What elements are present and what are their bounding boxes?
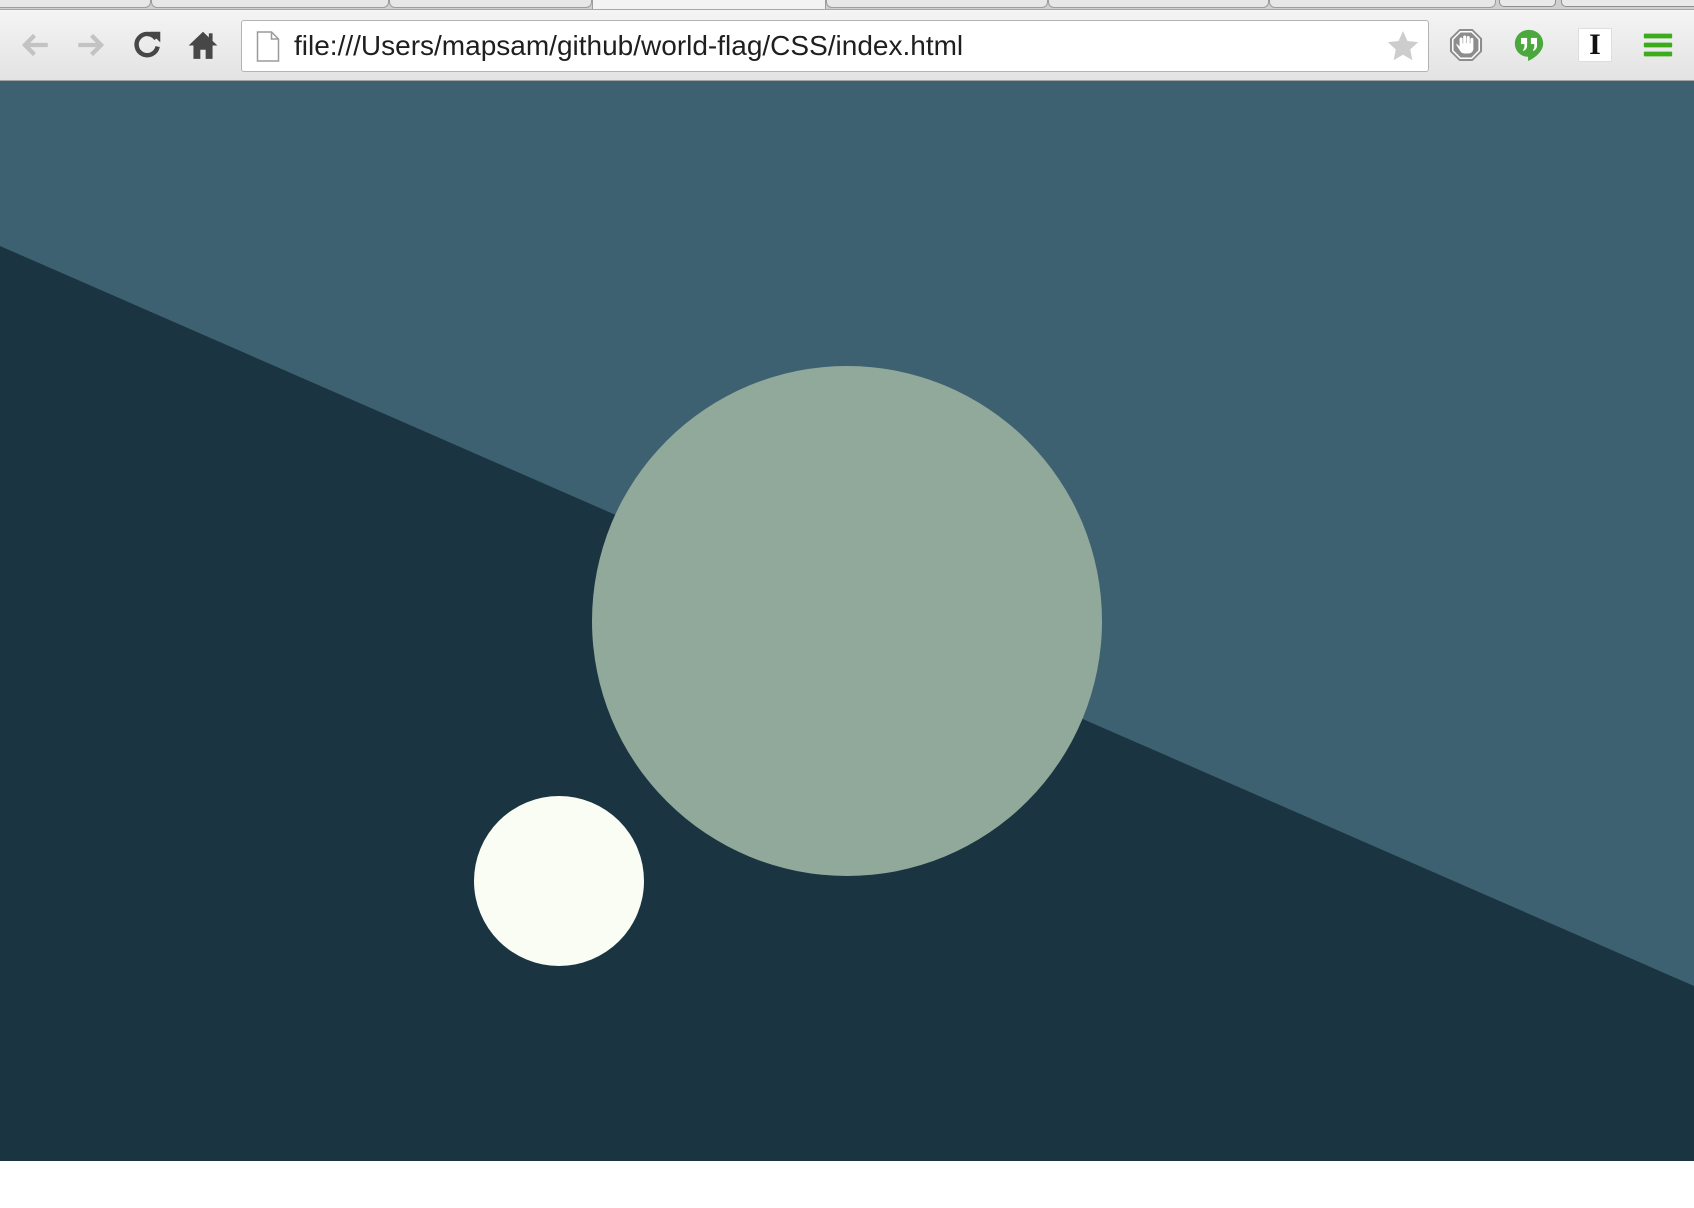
page-bottom-blank (0, 1161, 1694, 1208)
reload-button[interactable] (129, 27, 165, 63)
browser-menu-button[interactable] (1640, 27, 1676, 63)
flag (0, 81, 1694, 1161)
tab[interactable] (1048, 0, 1269, 8)
new-tab-button[interactable] (1499, 0, 1556, 7)
address-bar[interactable]: file:///Users/mapsam/github/world-flag/C… (241, 20, 1429, 72)
page-content (0, 81, 1694, 1161)
window-control[interactable] (1561, 0, 1694, 7)
adblock-extension-button[interactable] (1448, 27, 1484, 63)
tab[interactable] (826, 0, 1048, 8)
instapaper-extension-button[interactable]: I (1577, 27, 1613, 63)
hangouts-extension-button[interactable] (1511, 27, 1547, 63)
tab[interactable] (151, 0, 389, 8)
url-text[interactable]: file:///Users/mapsam/github/world-flag/C… (294, 21, 963, 71)
home-button[interactable] (185, 27, 221, 63)
tab[interactable] (1269, 0, 1496, 8)
reload-icon (134, 31, 161, 58)
instapaper-letter: I (1589, 28, 1601, 61)
hangouts-quote-icon (1514, 29, 1544, 62)
forward-button[interactable] (73, 27, 109, 63)
active-tab[interactable] (592, 0, 826, 9)
forward-arrow-icon (78, 33, 105, 57)
hamburger-menu-icon (1643, 33, 1673, 57)
flag-large-circle (592, 366, 1102, 876)
browser-toolbar: file:///Users/mapsam/github/world-flag/C… (0, 9, 1694, 81)
tab-strip (0, 0, 1694, 9)
adblock-hand-icon (1449, 28, 1483, 62)
tab[interactable] (389, 0, 592, 8)
back-button[interactable] (17, 27, 53, 63)
star-icon[interactable] (1386, 29, 1420, 63)
back-arrow-icon (21, 33, 48, 57)
home-icon (188, 31, 218, 59)
flag-small-circle (474, 796, 644, 966)
tab[interactable] (0, 0, 151, 8)
instapaper-icon: I (1578, 28, 1612, 62)
document-icon (256, 31, 280, 62)
